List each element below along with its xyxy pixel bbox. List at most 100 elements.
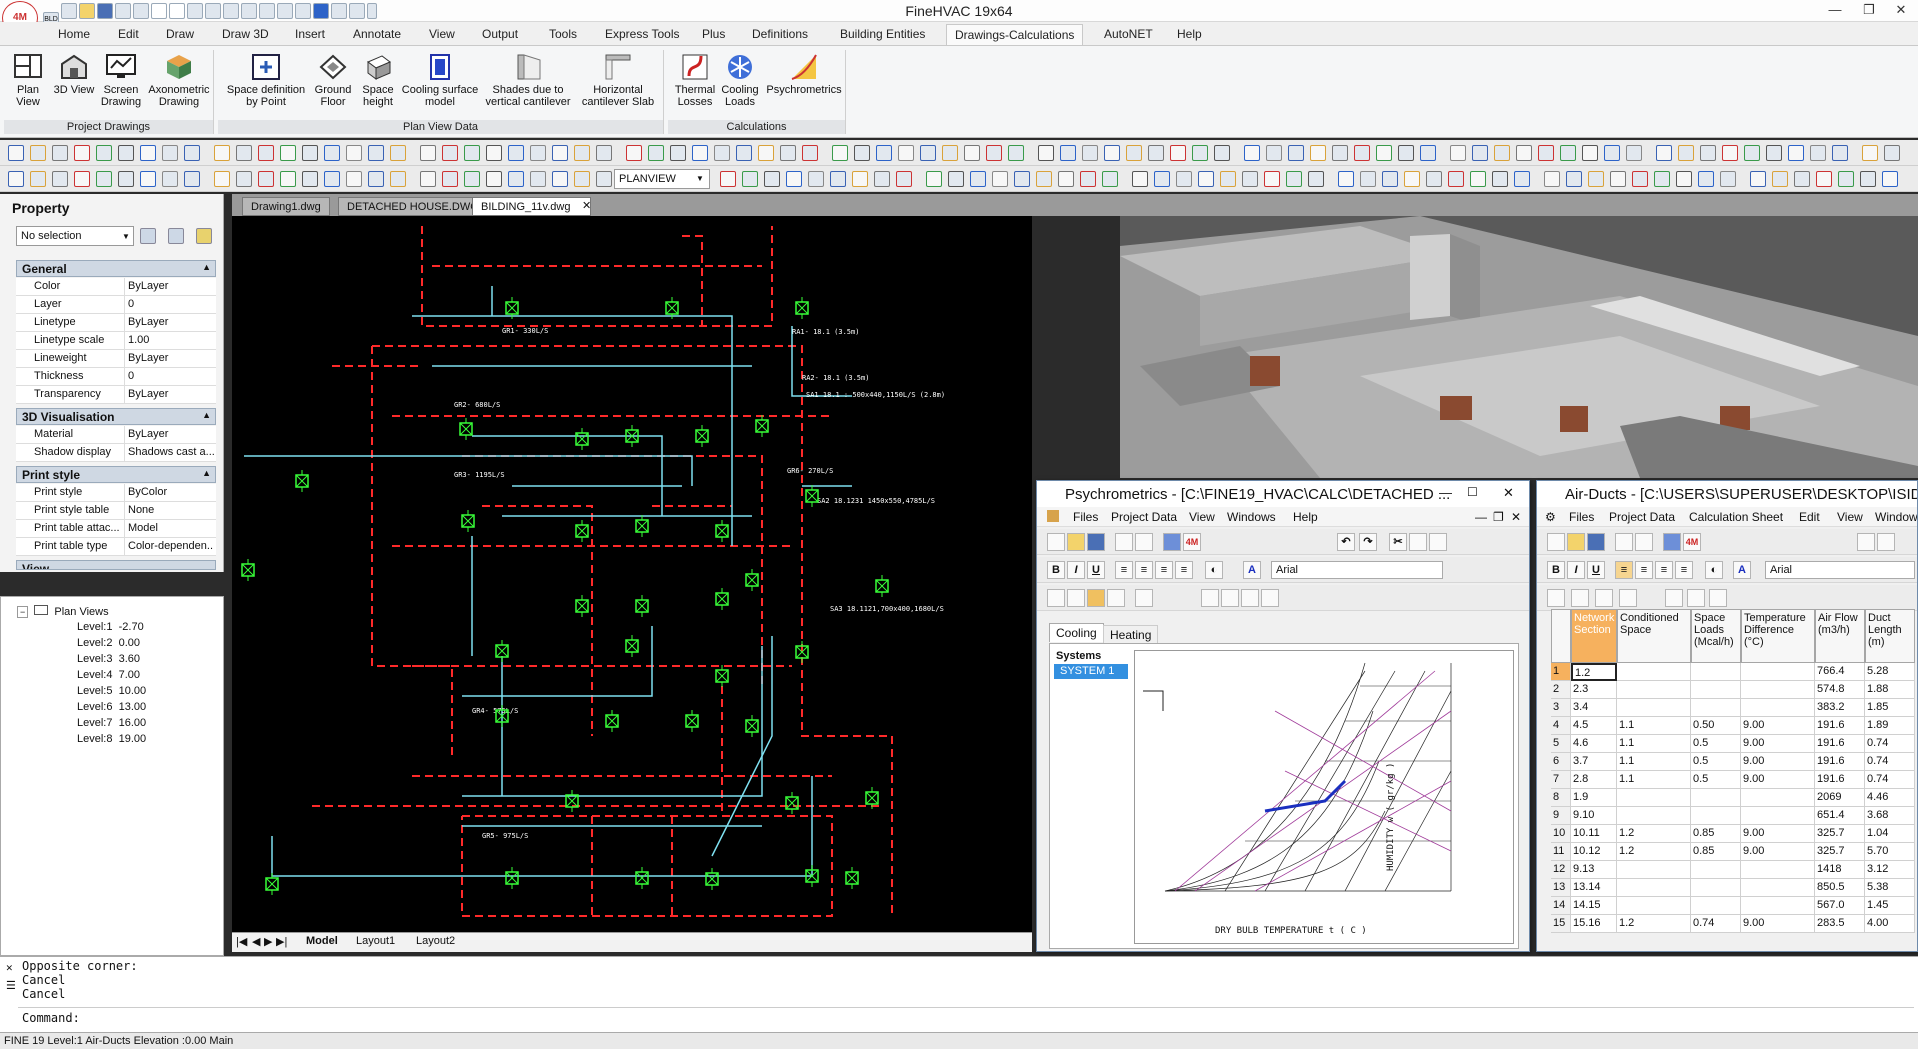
font-color-button[interactable]: A (1243, 561, 1261, 579)
menu-files[interactable]: Files (1073, 510, 1098, 524)
new-icon[interactable] (1047, 533, 1065, 551)
diffuser-icon[interactable] (745, 715, 759, 737)
modify-tool-icon[interactable] (942, 145, 958, 161)
table-cell[interactable]: 10.12 (1571, 843, 1617, 861)
modify-tool-icon[interactable] (758, 145, 774, 161)
diffuser-icon[interactable] (875, 575, 889, 597)
table-cell[interactable]: 1.1 (1617, 753, 1691, 771)
minimize-button[interactable]: — (1439, 485, 1452, 500)
diffuser-icon[interactable] (635, 515, 649, 537)
underline-button[interactable]: U (1587, 561, 1605, 579)
command-input[interactable]: Command: (18, 1007, 1914, 1027)
diffuser-icon[interactable] (755, 415, 769, 437)
table-cell[interactable] (1691, 807, 1741, 825)
modify-tool-icon[interactable] (214, 171, 230, 187)
filter-icon[interactable] (196, 228, 212, 244)
dimension-tool-icon[interactable] (324, 145, 340, 161)
minimize-button[interactable]: — (1818, 0, 1852, 22)
text-tool-icon[interactable] (118, 171, 134, 187)
table-cell[interactable]: 9.13 (1571, 861, 1617, 879)
column-header[interactable]: Conditioned Space (1617, 609, 1691, 663)
grid-tool-icon[interactable] (742, 171, 758, 187)
axonometric-drawing-button[interactable]: Axonometric Drawing (146, 52, 212, 108)
open-icon[interactable] (1567, 533, 1585, 551)
tab-model[interactable]: Model (306, 935, 338, 947)
block-tool-icon[interactable] (162, 145, 178, 161)
table-cell[interactable]: 1.85 (1865, 699, 1915, 717)
grid-tool-icon[interactable] (1192, 145, 1208, 161)
table-cell[interactable]: 9.00 (1741, 915, 1815, 933)
modify-tool-icon[interactable] (390, 145, 406, 161)
table-cell[interactable]: 1.04 (1865, 825, 1915, 843)
italic-button[interactable]: I (1567, 561, 1585, 579)
draw-tool-icon[interactable] (8, 145, 24, 161)
table-cell[interactable]: 1.89 (1865, 717, 1915, 735)
prop-row[interactable]: Linetype scale 1.00 (16, 332, 216, 350)
save-icon[interactable] (1587, 533, 1605, 551)
modify-tool-icon[interactable] (852, 171, 868, 187)
layer-tool-icon[interactable] (236, 145, 252, 161)
italic-button[interactable]: I (1067, 561, 1085, 579)
align-right-button[interactable]: ≡ (1655, 561, 1673, 579)
layer-tool-icon[interactable] (1332, 145, 1348, 161)
dimension-tool-icon[interactable] (1338, 171, 1354, 187)
table-cell[interactable]: 3.12 (1865, 861, 1915, 879)
block-tool-icon[interactable] (714, 145, 730, 161)
block-tool-icon[interactable] (1544, 171, 1560, 187)
grid-tool-icon[interactable] (1838, 171, 1854, 187)
print-icon[interactable] (1615, 533, 1633, 551)
justify-button[interactable]: ≡ (1675, 561, 1693, 579)
sheet-icon[interactable] (1135, 589, 1153, 607)
prop-section-view[interactable]: View (16, 560, 216, 570)
first-layout-icon[interactable]: |◀ (236, 935, 247, 948)
table-cell[interactable]: 1.2 (1617, 843, 1691, 861)
draw-tool-icon[interactable] (552, 171, 568, 187)
column-header[interactable]: Network Section (1571, 609, 1617, 663)
cooling-surface-model-button[interactable]: Cooling surface model (400, 52, 480, 108)
diffuser-icon[interactable] (715, 665, 729, 687)
globe-icon[interactable] (1163, 533, 1181, 551)
dimension-tool-icon[interactable] (692, 145, 708, 161)
prop-value[interactable]: ByColor (128, 486, 214, 498)
table-cell[interactable]: 14.15 (1571, 897, 1617, 915)
4m-icon[interactable]: 4M (1183, 533, 1201, 551)
table-cell[interactable] (1617, 699, 1691, 717)
font-color-button[interactable]: A (1733, 561, 1751, 579)
grid-tool-icon[interactable] (280, 145, 296, 161)
tab-detached-house[interactable]: DETACHED HOUSE.DWG (338, 197, 488, 216)
layer-tool-icon[interactable] (420, 145, 436, 161)
cut-icon[interactable]: ✂ (1389, 533, 1407, 551)
tab-building-entities[interactable]: Building Entities (840, 27, 925, 41)
table-cell[interactable]: 574.8 (1815, 681, 1865, 699)
tree-level-item[interactable]: Level:6 13.00 (77, 701, 146, 713)
prop-value[interactable]: ByLayer (128, 428, 214, 440)
tree-root[interactable]: − Plan Views (17, 605, 109, 618)
table-cell[interactable]: 1.2 (1571, 663, 1617, 681)
quick-select-icon[interactable] (168, 228, 184, 244)
table-cell[interactable] (1741, 789, 1815, 807)
layer-tool-icon[interactable] (1700, 145, 1716, 161)
table-cell[interactable] (1617, 789, 1691, 807)
menu-window[interactable]: Window (1875, 510, 1917, 524)
chart-icon[interactable] (1087, 589, 1105, 607)
column-header[interactable]: Space Loads (Mcal/h) (1691, 609, 1741, 663)
table-cell[interactable]: 3.68 (1865, 807, 1915, 825)
grid-tool-icon[interactable] (648, 145, 664, 161)
undo-icon[interactable]: ↶ (1337, 533, 1355, 551)
close-command-icon[interactable]: ✕ (6, 961, 13, 974)
text-tool-icon[interactable] (302, 145, 318, 161)
grid-tool-icon[interactable] (1744, 145, 1760, 161)
tab-edit[interactable]: Edit (118, 27, 139, 41)
prop-value[interactable]: 1.00 (128, 334, 214, 346)
tab-express-tools[interactable]: Express Tools (605, 27, 679, 41)
dimension-tool-icon[interactable] (876, 145, 892, 161)
tab-autonet[interactable]: AutoNET (1104, 27, 1153, 41)
text-tool-icon[interactable] (1582, 145, 1598, 161)
system-list-item[interactable]: SYSTEM 1 (1054, 664, 1128, 679)
table-cell[interactable]: 5.38 (1865, 879, 1915, 897)
save-icon[interactable] (1087, 533, 1105, 551)
diffuser-icon[interactable] (715, 520, 729, 542)
bold-button[interactable]: B (1047, 561, 1065, 579)
block-tool-icon[interactable] (530, 145, 546, 161)
modify-tool-icon[interactable] (1126, 145, 1142, 161)
